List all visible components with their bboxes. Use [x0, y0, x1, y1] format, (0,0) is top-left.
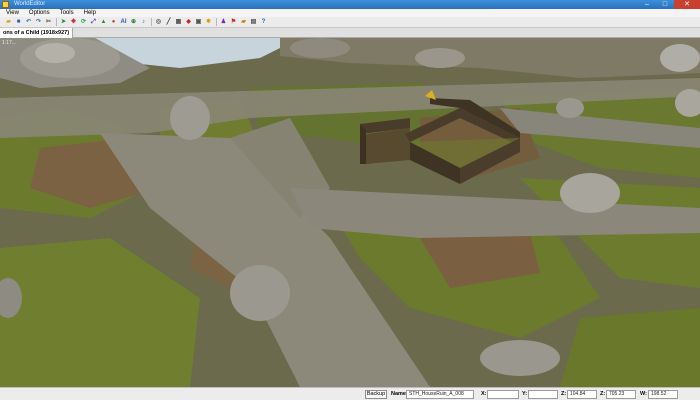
map-icon[interactable]: ▤	[250, 19, 257, 26]
y-field[interactable]	[528, 390, 558, 399]
move-icon[interactable]: ✥	[70, 19, 77, 26]
toolbar-separator	[151, 18, 152, 26]
paint-icon[interactable]: ●	[110, 19, 117, 26]
toolbar-separator	[56, 18, 57, 26]
snap-icon[interactable]: ◆	[185, 19, 192, 26]
scale-icon[interactable]: ⤢	[90, 19, 97, 26]
sound-icon[interactable]: ♪	[140, 19, 147, 26]
title-bar: WorldEditor – □ ✕	[0, 0, 700, 9]
w-field[interactable]: 198.52	[648, 390, 678, 399]
rotate-icon[interactable]: ⟳	[80, 19, 87, 26]
waypoint-icon[interactable]: ⊕	[130, 19, 137, 26]
fps-readout: 1:17...	[2, 40, 16, 46]
cut-icon[interactable]: ✂	[45, 19, 52, 26]
save-icon[interactable]: ■	[15, 19, 22, 26]
maximize-icon[interactable]: □	[656, 0, 674, 9]
light-icon[interactable]: ✸	[205, 19, 212, 26]
menu-tools[interactable]: Tools	[60, 9, 74, 17]
toolbar-separator	[216, 18, 217, 26]
undo-icon[interactable]: ↶	[25, 19, 32, 26]
ai-icon[interactable]: AI	[120, 19, 127, 26]
menu-options[interactable]: Options	[29, 9, 50, 17]
close-icon[interactable]: ✕	[674, 0, 700, 9]
terrain-render	[0, 38, 700, 387]
trigger-icon[interactable]: ⚑	[230, 19, 237, 26]
y-label: Y:	[522, 391, 528, 397]
npc-icon[interactable]: ♟	[220, 19, 227, 26]
menu-bar: View Options Tools Help	[0, 9, 700, 17]
app-icon	[2, 1, 9, 8]
z-label: Z:	[561, 391, 567, 397]
z-field[interactable]: 104.84	[567, 390, 597, 399]
backup-button[interactable]: Backup	[365, 390, 387, 399]
window-title: WorldEditor	[14, 1, 46, 7]
w-label: W:	[640, 391, 647, 397]
menu-help[interactable]: Help	[84, 9, 96, 17]
status-bar: Backup Name: STH_HouseRuin_A_008 X: Y: Z…	[0, 387, 700, 400]
x-label: X:	[481, 391, 487, 397]
tab-map-document[interactable]: ons of a Child (1918x927)	[0, 28, 74, 38]
3d-viewport[interactable]: 1:17...	[0, 38, 700, 387]
toolbar: ▰ ■ ↶ ↷ ✂ ➤ ✥ ⟳ ⤢ ▲ ● AI ⊕ ♪ ◎ ╱ ▦ ◆ ▣ ✸…	[0, 17, 700, 28]
select-icon[interactable]: ➤	[60, 19, 67, 26]
window-controls: – □ ✕	[638, 0, 700, 9]
brush-icon[interactable]: ╱	[165, 19, 172, 26]
object-icon[interactable]: ◎	[155, 19, 162, 26]
item-icon[interactable]: ▰	[240, 19, 247, 26]
x-field[interactable]	[487, 390, 519, 399]
document-tab-bar: ons of a Child (1918x927)	[0, 28, 700, 38]
rotation-field[interactable]: 705.23	[606, 390, 636, 399]
open-icon[interactable]: ▰	[5, 19, 12, 26]
help-icon[interactable]: ?	[260, 19, 267, 26]
redo-icon[interactable]: ↷	[35, 19, 42, 26]
rotation-label: Z:	[600, 391, 606, 397]
minimize-icon[interactable]: –	[638, 0, 656, 9]
camera-icon[interactable]: ▣	[195, 19, 202, 26]
menu-view[interactable]: View	[6, 9, 19, 17]
name-field[interactable]: STH_HouseRuin_A_008	[406, 390, 474, 399]
terrain-icon[interactable]: ▲	[100, 19, 107, 26]
grid-icon[interactable]: ▦	[175, 19, 182, 26]
